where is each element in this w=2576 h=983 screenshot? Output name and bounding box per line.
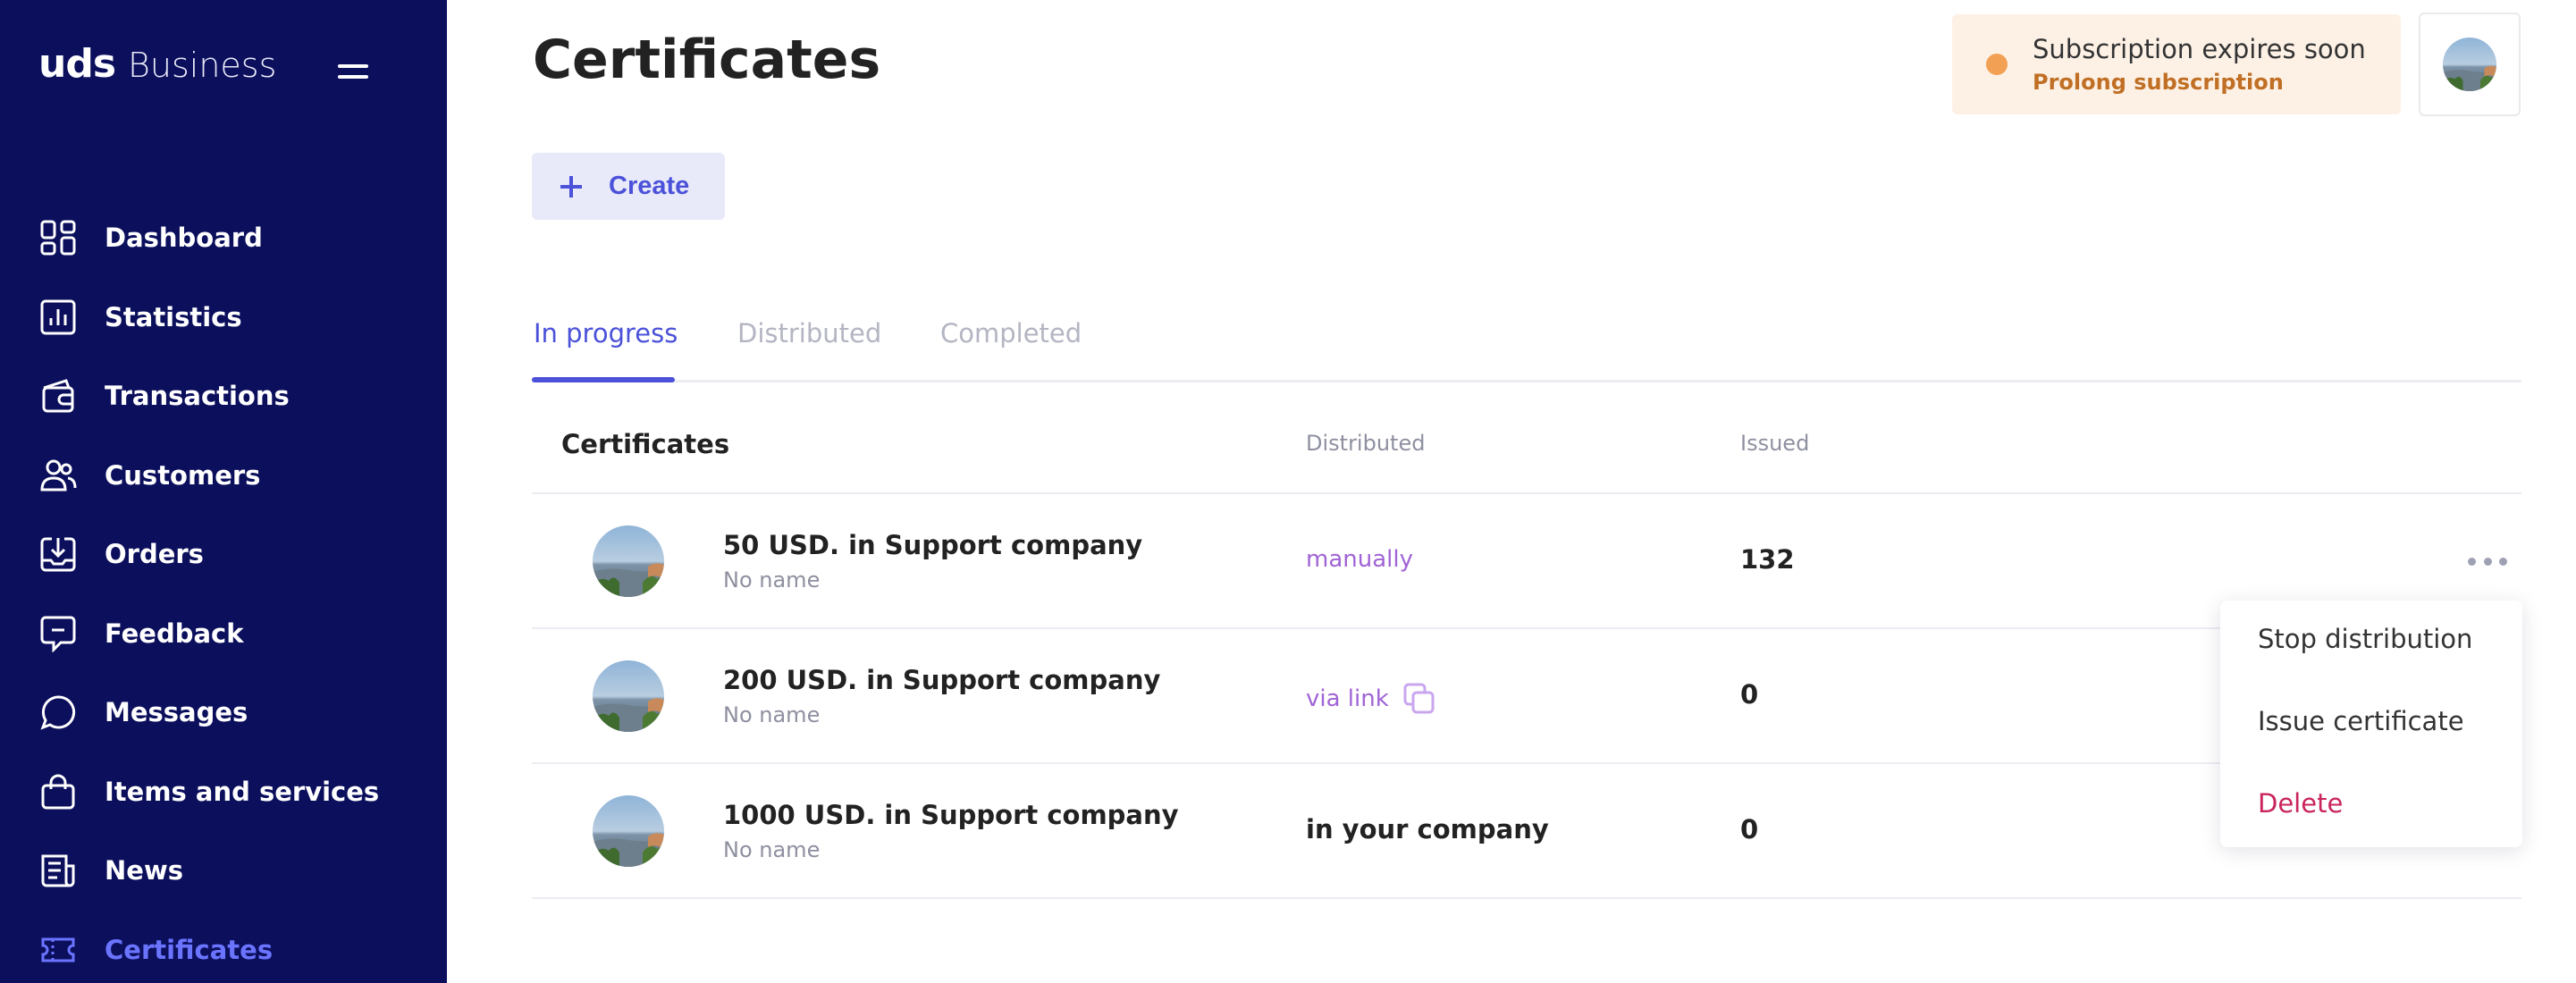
sidebar-item-customers[interactable]: Customers (0, 436, 447, 516)
messages-icon (38, 693, 78, 732)
plus-icon (560, 175, 582, 197)
tab-completed[interactable]: Completed (940, 318, 1082, 349)
ticket-icon (38, 930, 78, 970)
sidebar-item-label: Customers (105, 459, 261, 491)
brand-name: uds (38, 41, 116, 87)
subscription-title: Subscription expires soon (2033, 34, 2366, 64)
brand-logo[interactable]: uds Business (38, 41, 276, 95)
page-title: Certificates (533, 29, 881, 91)
news-icon (38, 851, 78, 890)
create-button[interactable]: Create (532, 153, 725, 220)
sidebar-item-certificates[interactable]: Certificates (0, 911, 447, 983)
tabs: In progress Distributed Completed (532, 313, 2521, 382)
distribution-method: manually (1306, 546, 1413, 573)
sidebar-item-orders[interactable]: Orders (0, 515, 447, 594)
issued-count: 0 (1740, 679, 1759, 710)
avatar (2443, 38, 2496, 91)
customers-icon (38, 456, 78, 495)
subscription-text: Subscription expires soon Prolong subscr… (2033, 34, 2366, 95)
sidebar-item-news[interactable]: News (0, 831, 447, 911)
distribution-method-label: via link (1306, 685, 1389, 712)
tab-label: Distributed (737, 318, 882, 349)
feedback-icon (38, 614, 78, 653)
certificate-subtitle: No name (723, 702, 821, 727)
transactions-icon (38, 376, 78, 416)
tab-in-progress[interactable]: In progress (534, 318, 678, 349)
sidebar-item-messages[interactable]: Messages (0, 673, 447, 752)
column-header-distributed: Distributed (1306, 431, 1426, 456)
account-button[interactable] (2419, 13, 2521, 116)
certificate-subtitle: No name (723, 567, 821, 592)
copy-link-icon[interactable] (1402, 681, 1437, 717)
bag-icon (38, 772, 78, 811)
issue-certificate-menu-item[interactable]: Issue certificate (2258, 706, 2464, 736)
sidebar-item-label: Dashboard (105, 223, 263, 254)
stop-distribution-menu-item[interactable]: Stop distribution (2258, 624, 2472, 654)
brand-product: Business (128, 46, 277, 85)
certificate-image (593, 525, 664, 597)
more-options-icon[interactable] (2468, 548, 2507, 575)
sidebar-item-dashboard[interactable]: Dashboard (0, 198, 447, 278)
column-header-issued: Issued (1740, 431, 1810, 456)
certificate-subtitle: No name (723, 837, 821, 862)
sidebar-item-label: Items and services (105, 776, 380, 807)
subscription-banner: Subscription expires soon Prolong subscr… (1952, 14, 2401, 114)
column-header-certificates: Certificates (561, 429, 730, 459)
sidebar: uds Business Dashboard Statistics Transa… (0, 0, 447, 983)
sidebar-item-items-and-services[interactable]: Items and services (0, 752, 447, 832)
prolong-subscription-link[interactable]: Prolong subscription (2033, 70, 2366, 95)
sidebar-item-label: Transactions (105, 381, 290, 412)
warning-dot-icon (1986, 54, 2008, 75)
sidebar-item-label: Messages (105, 697, 248, 728)
delete-menu-item[interactable]: Delete (2258, 788, 2343, 819)
certificate-name: 200 USD. in Support company (723, 665, 1161, 695)
sidebar-item-label: Feedback (105, 618, 244, 649)
issued-count: 0 (1740, 814, 1759, 844)
distribution-method: via link (1306, 681, 1437, 717)
tab-label: Completed (940, 318, 1082, 349)
issued-count: 132 (1740, 544, 1795, 575)
tab-distributed[interactable]: Distributed (737, 318, 881, 349)
sidebar-item-label: Certificates (105, 934, 274, 965)
sidebar-nav: Dashboard Statistics Transactions Custom… (0, 198, 447, 983)
sidebar-item-statistics[interactable]: Statistics (0, 278, 447, 357)
certificate-image (593, 795, 664, 867)
distribution-method: in your company (1306, 814, 1549, 844)
sidebar-item-label: News (105, 855, 183, 886)
create-button-label: Create (609, 172, 690, 200)
sidebar-item-label: Statistics (105, 301, 242, 332)
menu-toggle-icon[interactable] (338, 61, 368, 82)
certificate-name: 1000 USD. in Support company (723, 800, 1179, 830)
table-header: Certificates Distributed Issued (532, 382, 2521, 494)
statistics-icon (38, 298, 78, 337)
sidebar-item-transactions[interactable]: Transactions (0, 357, 447, 436)
certificate-image (593, 660, 664, 732)
orders-icon (38, 534, 78, 574)
sidebar-item-feedback[interactable]: Feedback (0, 594, 447, 674)
tab-label: In progress (534, 318, 678, 349)
row-actions-menu: Stop distribution Issue certificate Dele… (2220, 601, 2522, 847)
dashboard-icon (38, 218, 78, 257)
sidebar-item-label: Orders (105, 539, 204, 570)
certificate-name: 50 USD. in Support company (723, 530, 1143, 560)
